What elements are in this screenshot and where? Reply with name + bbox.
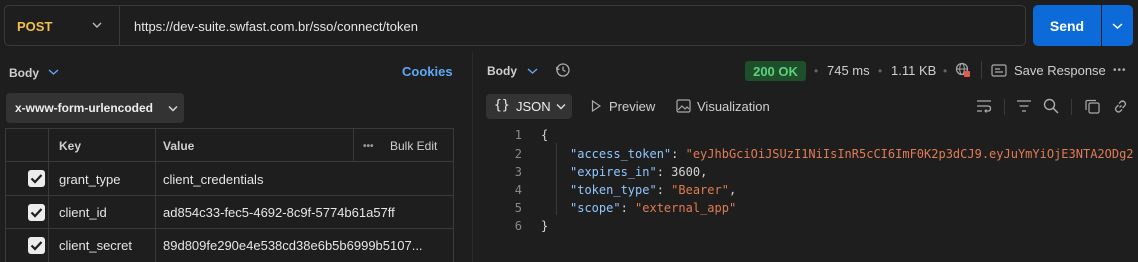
separator-dot: • [814, 64, 819, 78]
braces-icon: {} [494, 98, 510, 113]
table-row: client_id ad854c33-fec5-4692-8c9f-5774b6… [5, 196, 454, 229]
save-response-button[interactable]: Save Response [1014, 63, 1106, 78]
toolbar-divider [981, 61, 982, 79]
row-value[interactable]: client_credentials [163, 172, 263, 187]
params-table: Key Value ••• Bulk Edit grant_type clien… [5, 128, 454, 262]
more-icon[interactable]: ••• [363, 141, 374, 152]
url-bar: POST https://dev-suite.swfast.com.br/sso… [4, 5, 1026, 46]
code-line[interactable]: "expires_in": 3600, [570, 165, 707, 179]
row-key[interactable]: client_secret [59, 238, 132, 253]
tab-json[interactable]: {} JSON [486, 94, 572, 119]
chevron-down-icon [556, 104, 566, 110]
line-number: 1 [514, 128, 522, 142]
chevron-down-icon[interactable] [527, 67, 538, 75]
json-value: "Bearer" [671, 183, 729, 197]
code-line[interactable]: "access_token": "eyJhbGciOiJSUzI1NiIsInR… [570, 147, 1134, 161]
value-column-header: Value [163, 139, 195, 153]
response-body-tab-label[interactable]: Body [487, 64, 517, 78]
search-icon[interactable] [1043, 98, 1059, 114]
row-checkbox[interactable] [28, 170, 45, 187]
line-number: 4 [514, 183, 522, 197]
toolbar-divider [1004, 99, 1005, 115]
table-border [353, 129, 354, 162]
row-value[interactable]: 89d809fe290e4e538cd38e6b5b6999b5107... [163, 238, 423, 253]
url-input[interactable]: https://dev-suite.swfast.com.br/sso/conn… [134, 19, 418, 34]
play-icon [591, 100, 601, 112]
body-type-label: x-www-form-urlencoded [15, 101, 154, 115]
cookies-link[interactable]: Cookies [402, 64, 453, 79]
table-row: grant_type client_credentials [5, 162, 454, 196]
row-value[interactable]: ad854c33-fec5-4692-8c9f-5774b61a57ff [163, 205, 395, 220]
code-line[interactable]: "scope": "external_app" [570, 201, 736, 215]
wrap-lines-icon[interactable] [976, 99, 992, 113]
key-column-header: Key [59, 139, 82, 153]
copy-icon[interactable] [1085, 99, 1100, 114]
bulk-edit-button[interactable]: Bulk Edit [390, 139, 437, 153]
send-button[interactable]: Send [1033, 5, 1101, 46]
response-time[interactable]: 745 ms [827, 63, 870, 78]
more-options-icon[interactable]: ••• [1113, 65, 1127, 76]
code-line[interactable]: "token_type": "Bearer", [570, 183, 736, 197]
response-size[interactable]: 1.11 KB [891, 63, 936, 78]
body-type-select[interactable]: x-www-form-urlencoded [6, 93, 184, 123]
code-line[interactable]: { [541, 128, 548, 142]
network-globe-icon[interactable] [955, 62, 971, 78]
line-number: 2 [514, 147, 522, 161]
json-value: "eyJhbGciOiJSUzI1NiIsInR5cCI6ImF0K2p3dCJ… [685, 147, 1134, 161]
status-badge[interactable]: 200 OK [745, 61, 806, 81]
json-value: 3600 [671, 165, 701, 179]
send-options-button[interactable] [1102, 5, 1133, 46]
panel-divider[interactable] [472, 52, 473, 262]
line-number: 6 [514, 219, 522, 233]
save-response-icon[interactable] [991, 64, 1007, 77]
line-number: 3 [514, 165, 522, 179]
row-checkbox[interactable] [28, 237, 45, 254]
table-border [155, 129, 156, 262]
code-line[interactable]: } [541, 219, 548, 233]
json-key: "scope" [570, 201, 621, 215]
filter-icon[interactable] [1016, 99, 1032, 113]
line-number: 5 [514, 201, 522, 215]
row-key[interactable]: grant_type [59, 172, 120, 187]
chevron-down-icon[interactable] [92, 20, 102, 30]
body-tab-label[interactable]: Body [9, 66, 39, 80]
history-icon[interactable] [555, 62, 571, 78]
table-border [453, 129, 454, 262]
method-select[interactable]: POST [17, 19, 52, 34]
link-icon[interactable] [1113, 99, 1128, 114]
indent-guide [556, 143, 557, 215]
tab-json-label: JSON [516, 99, 551, 114]
table-border [5, 129, 6, 262]
tab-visualization[interactable]: Visualization [697, 99, 770, 114]
row-key[interactable]: client_id [59, 205, 107, 220]
chevron-down-icon [168, 106, 178, 112]
separator-dot: • [878, 64, 883, 78]
json-value: "external_app" [635, 201, 737, 215]
chevron-down-icon [1112, 22, 1123, 29]
url-divider [119, 6, 120, 45]
separator-dot: • [943, 64, 948, 78]
table-border [48, 129, 49, 262]
table-row: client_secret 89d809fe290e4e538cd38e6b5b… [5, 229, 454, 262]
json-key: "token_type" [570, 183, 657, 197]
row-checkbox[interactable] [28, 204, 45, 221]
toolbar-divider [1071, 99, 1072, 115]
json-key: "access_token" [570, 147, 672, 161]
chevron-down-icon[interactable] [48, 68, 59, 76]
tab-preview[interactable]: Preview [609, 99, 655, 114]
json-key: "expires_in" [570, 165, 657, 179]
image-icon [676, 99, 691, 113]
table-header: Key Value ••• Bulk Edit [5, 129, 454, 162]
